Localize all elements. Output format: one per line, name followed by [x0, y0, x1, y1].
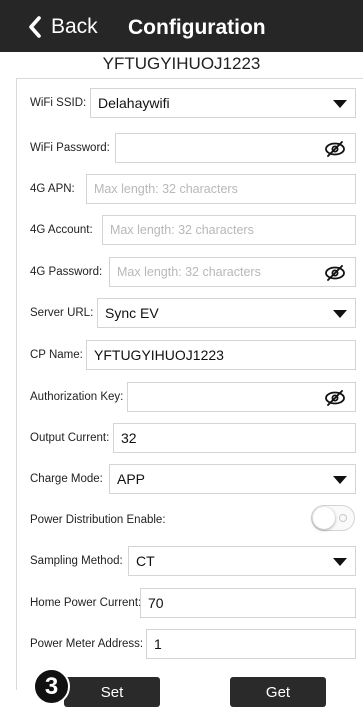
back-button[interactable]: Back — [28, 14, 98, 40]
cp-name-value: YFTUGYIHUOJ1223 — [94, 347, 224, 363]
cp-name-label: CP Name: — [30, 349, 83, 361]
server-url-select[interactable]: Sync EV — [97, 298, 356, 328]
wifi-password-label: WiFi Password: — [30, 142, 110, 154]
caret-down-icon — [333, 310, 347, 318]
wifi-password-field[interactable] — [115, 133, 356, 163]
caret-down-icon — [333, 100, 347, 108]
cp-name-input[interactable]: YFTUGYIHUOJ1223 — [86, 340, 356, 370]
authorization-key-field[interactable] — [127, 382, 356, 412]
account-4g-label: 4G Account: — [30, 224, 93, 236]
password-4g-label: 4G Password: — [30, 266, 103, 278]
apn-4g-label: 4G APN: — [30, 183, 75, 195]
power-meter-address-label: Power Meter Address: — [30, 638, 144, 650]
device-id: YFTUGYIHUOJ1223 — [102, 54, 261, 73]
step-badge: 3 — [33, 668, 70, 705]
sampling-method-row: Sampling Method: — [30, 546, 129, 576]
cp-name-row: CP Name: — [30, 340, 89, 370]
toggle-off-icon — [339, 514, 347, 522]
apn-4g-row: 4G APN: — [30, 174, 81, 204]
page-title: Configuration — [128, 16, 266, 39]
power-distribution-row: Power Distribution Enable: — [30, 505, 172, 535]
power-distribution-label: Power Distribution Enable: — [30, 514, 166, 526]
password-4g-row: 4G Password: — [30, 257, 108, 287]
sampling-method-label: Sampling Method: — [30, 555, 123, 567]
charge-mode-select[interactable]: APP — [109, 464, 356, 494]
apn-4g-input[interactable]: Max length: 32 characters — [86, 174, 356, 204]
wifi-ssid-value: Delahaywifi — [98, 95, 170, 111]
sampling-method-value: CT — [136, 553, 155, 569]
output-current-value: 32 — [121, 430, 137, 446]
output-current-label: Output Current: — [30, 432, 110, 444]
server-url-row: Server URL: — [30, 298, 99, 328]
toggle-knob — [313, 507, 335, 529]
wifi-ssid-label: WiFi SSID: — [30, 97, 87, 109]
wifi-ssid-select[interactable]: Delahaywifi — [90, 88, 356, 118]
password-4g-placeholder: Max length: 32 characters — [117, 265, 261, 279]
charge-mode-row: Charge Mode: — [30, 464, 109, 494]
chevron-left-icon — [29, 16, 41, 38]
server-url-label: Server URL: — [30, 307, 94, 319]
home-power-current-value: 70 — [148, 595, 164, 611]
authorization-key-label: Authorization Key: — [30, 391, 124, 403]
eye-slash-icon[interactable] — [324, 389, 346, 407]
charge-mode-label: Charge Mode: — [30, 473, 103, 485]
get-button[interactable]: Get — [230, 677, 326, 707]
wifi-ssid-row: WiFi SSID: — [30, 88, 92, 118]
set-button[interactable]: Set — [64, 677, 160, 707]
power-meter-address-row: Power Meter Address: — [30, 629, 149, 659]
output-current-input[interactable]: 32 — [113, 423, 356, 453]
account-4g-input[interactable]: Max length: 32 characters — [102, 215, 356, 245]
power-distribution-toggle[interactable] — [311, 505, 355, 531]
power-meter-address-input[interactable]: 1 — [146, 629, 356, 659]
power-meter-address-value: 1 — [154, 636, 162, 652]
password-4g-input[interactable]: Max length: 32 characters — [109, 257, 356, 287]
account-4g-row: 4G Account: — [30, 215, 99, 245]
output-current-row: Output Current: — [30, 423, 115, 453]
header-bar: Back Configuration — [0, 0, 363, 52]
home-power-current-row: Home Power Current: — [30, 588, 147, 618]
home-power-current-label: Home Power Current: — [30, 597, 142, 609]
charge-mode-value: APP — [117, 471, 146, 487]
apn-4g-placeholder: Max length: 32 characters — [94, 182, 238, 196]
authorization-key-row: Authorization Key: — [30, 382, 129, 412]
back-label: Back — [51, 15, 98, 38]
server-url-value: Sync EV — [105, 305, 159, 321]
sampling-method-select[interactable]: CT — [128, 546, 356, 576]
home-power-current-input[interactable]: 70 — [140, 588, 356, 618]
caret-down-icon — [333, 476, 347, 484]
caret-down-icon — [333, 558, 347, 566]
eye-slash-icon[interactable] — [324, 140, 346, 158]
account-4g-placeholder: Max length: 32 characters — [110, 223, 254, 237]
wifi-password-row: WiFi Password: — [30, 133, 116, 163]
eye-slash-icon[interactable] — [324, 264, 346, 282]
